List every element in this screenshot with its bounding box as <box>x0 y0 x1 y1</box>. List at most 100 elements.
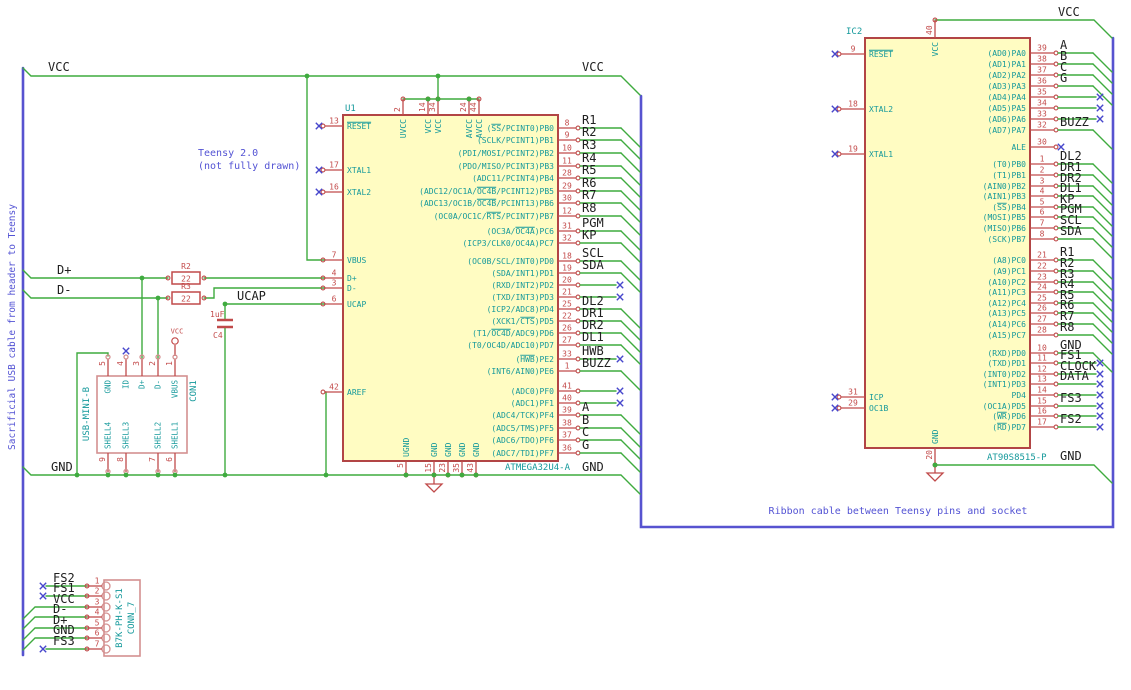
pin-number: 29 <box>562 182 572 191</box>
pin-name: (AIN1)PB3 <box>983 192 1027 201</box>
junction-dot <box>425 96 431 102</box>
net-label-sda: SDA <box>1060 224 1082 238</box>
pin-name: GND <box>444 442 453 457</box>
pin-name: VCC <box>424 119 433 134</box>
pin-number: 9 <box>565 131 570 140</box>
con1-value: USB-MINI-B <box>82 387 92 441</box>
pin-number: 21 <box>1037 251 1047 260</box>
pin-name: GND <box>472 442 481 457</box>
pin-name: (RXD)PD0 <box>987 349 1026 358</box>
pin-name: UCAP <box>347 300 366 309</box>
pin-number: 16 <box>1037 407 1047 416</box>
pin-number: 3 <box>95 598 100 607</box>
pin-number: 8 <box>1040 230 1045 239</box>
pin-name: (OC3A/OC4A)PC6 <box>487 227 555 236</box>
pin-number: 44 <box>469 102 478 112</box>
pin-name: UVCC <box>399 119 408 138</box>
net-label-fs3: FS3 <box>53 634 75 648</box>
pin-name: VBUS <box>347 256 366 265</box>
pin-number: 15 <box>424 463 433 473</box>
pin-name: (A10)PC2 <box>987 278 1026 287</box>
pin-name: AVCC <box>475 119 484 138</box>
pin-name: VCC <box>434 119 443 134</box>
pin-number: 2 <box>393 107 402 112</box>
pin-number: 6 <box>332 295 337 304</box>
net-label-r3: R3 <box>582 138 596 152</box>
pin-number: 7 <box>95 640 100 649</box>
conn7-reference: CONN_7 <box>127 602 137 635</box>
pin-name: (INT0)PD2 <box>983 370 1027 379</box>
pin-name: (AD6)PA6 <box>987 115 1026 124</box>
pin-number: 37 <box>562 431 572 440</box>
pin-number: 11 <box>562 157 572 166</box>
pin-name: GND <box>458 442 467 457</box>
junction-dot <box>435 73 441 79</box>
pin-name: (SS/PCINT0)PB0 <box>487 124 555 133</box>
net-label-r8: R8 <box>582 201 596 215</box>
pin-number: 21 <box>562 288 572 297</box>
pin-name: (WR)PD6 <box>992 412 1026 421</box>
junction-dot <box>155 472 161 478</box>
pin-number: 2 <box>95 587 100 596</box>
net-label-ucap: UCAP <box>237 289 266 303</box>
note-ribbon-cable: Ribbon cable between Teensy pins and soc… <box>769 506 1028 517</box>
junction-dot <box>155 295 161 301</box>
net-label-d-minus: D- <box>57 283 71 297</box>
pin-number: 29 <box>848 399 858 408</box>
pin-name: D+ <box>138 380 147 390</box>
pin-name: (AD3)PA3 <box>987 82 1026 91</box>
pin-number: 4 <box>332 269 337 278</box>
net-label-buzz: BUZZ <box>582 356 611 370</box>
pin-name: (ADC13/OC1B/OC4B/PCINT13)PB6 <box>419 199 554 208</box>
pin-name: (MISO)PB6 <box>983 224 1027 233</box>
ic2-part-value: AT90S8515-P <box>987 453 1047 463</box>
pin-number: 25 <box>1037 294 1047 303</box>
pin-name: (ADC0)PF0 <box>511 387 555 396</box>
pin-name: (MOSI)PB5 <box>983 213 1027 222</box>
pin-number: 12 <box>1037 365 1047 374</box>
pin-name: (AD1)PA1 <box>987 60 1026 69</box>
pin-number: 6 <box>1040 208 1045 217</box>
pin-number: 41 <box>562 382 572 391</box>
pin-number: 23 <box>438 463 447 473</box>
junction-dot <box>123 472 129 478</box>
pin-name: (AD0)PA0 <box>987 49 1026 58</box>
pin-number: 5 <box>1040 198 1045 207</box>
pin-number: 34 <box>428 102 437 112</box>
net-label-vcc-ic2: VCC <box>1058 5 1080 19</box>
pin-name: (PDI/MOSI/PCINT2)PB2 <box>458 149 555 158</box>
net-label-kp: KP <box>582 228 596 242</box>
pin-name: (OC0B/SCL/INT0)PD0 <box>467 257 554 266</box>
r2-reference: R2 <box>181 262 191 271</box>
pin-number: 39 <box>1037 44 1047 53</box>
pin-name: D- <box>154 380 163 389</box>
pin-number: 26 <box>1037 304 1047 313</box>
net-label-gnd-left: GND <box>51 460 73 474</box>
con1-reference: CON1 <box>189 380 199 402</box>
pin-number: 27 <box>1037 315 1047 324</box>
pin-number: 39 <box>562 406 572 415</box>
pin-number: 42 <box>329 383 339 392</box>
pin-number: 25 <box>562 300 572 309</box>
net-label-gnd-ic2: GND <box>1060 449 1082 463</box>
pin-name: (T1/OC4D/ADC9)PD6 <box>472 329 554 338</box>
pin-number: 36 <box>1037 77 1047 86</box>
pin-number: 22 <box>1037 262 1047 271</box>
pin-number: 1 <box>165 361 174 366</box>
pin-number: 22 <box>562 312 572 321</box>
pin-number: 9 <box>98 457 107 462</box>
pin-name: XTAL1 <box>869 150 893 159</box>
pin-number: 4 <box>116 361 125 366</box>
r3-reference: R3 <box>181 282 191 291</box>
net-label-r5: R5 <box>582 163 596 177</box>
pin-number: 37 <box>1037 66 1047 75</box>
net-label-r8: R8 <box>1060 320 1074 334</box>
pin-number: 17 <box>1037 418 1047 427</box>
pin-number: 7 <box>1040 219 1045 228</box>
net-label-r7: R7 <box>582 188 596 202</box>
pin-name: (TXD/INT3)PD3 <box>491 293 554 302</box>
schematic-canvas: VCC VCC VCC VCC GND GND GND D+ D- UCAP U… <box>0 0 1131 690</box>
junction-dot <box>105 472 111 478</box>
pin-name: (SDA/INT1)PD1 <box>491 269 554 278</box>
pin-name: RESET <box>869 50 893 59</box>
